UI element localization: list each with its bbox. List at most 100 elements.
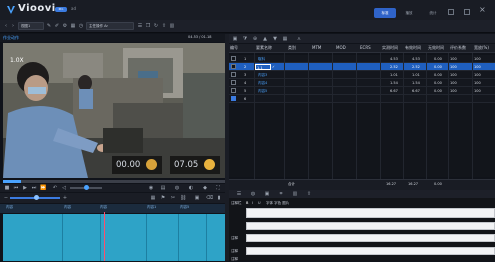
filter-icon[interactable]: ⧩ <box>242 35 248 43</box>
fullscreen-icon[interactable]: ⛶ <box>215 184 221 192</box>
col-header-type[interactable]: 类别 <box>288 45 296 51</box>
minimize-icon[interactable] <box>448 9 454 15</box>
row-checkbox[interactable] <box>231 96 236 101</box>
cell-name[interactable]: 内容4 <box>258 79 267 87</box>
bold-icon[interactable]: B <box>246 201 248 205</box>
view-select[interactable]: 视图1 <box>18 22 44 30</box>
col-header-actual[interactable]: 实测时间 <box>382 45 398 51</box>
skip-end-icon[interactable]: ⏩ <box>40 184 46 192</box>
col-header-name[interactable]: 要素名称 <box>256 45 272 51</box>
chart-icon[interactable]: ▥ <box>292 190 298 198</box>
camera-icon[interactable]: ◍ <box>174 184 180 192</box>
row-checkbox[interactable] <box>231 64 236 69</box>
mode-tab-statistics[interactable]: 统计 <box>422 8 444 18</box>
timeline-segment-divider <box>146 214 147 261</box>
prev-icon[interactable]: ⏮ <box>13 184 19 192</box>
export-icon[interactable]: ⇪ <box>306 190 312 198</box>
export-icon[interactable]: ⇪ <box>161 22 167 30</box>
col-header-ecrs[interactable]: ECRS <box>360 45 371 50</box>
row-checkbox[interactable] <box>231 80 236 85</box>
cell-rating: 100 <box>450 57 457 61</box>
document-icon[interactable]: ▤ <box>160 184 166 192</box>
video-progress-track[interactable] <box>3 180 226 183</box>
split-row-icon[interactable]: ⋏ <box>296 35 302 43</box>
split-icon[interactable]: ◐ <box>188 184 194 192</box>
row-checkbox[interactable] <box>231 72 236 77</box>
stop-icon[interactable]: ■ <box>4 184 10 192</box>
cell-name[interactable]: 内容3 <box>258 71 267 79</box>
mode-tab-standard[interactable]: 标准 <box>374 8 396 18</box>
insert-icon[interactable]: ⊕ <box>252 35 258 43</box>
row-checkbox[interactable] <box>231 88 236 93</box>
image-icon[interactable]: ▣ <box>264 190 270 198</box>
cell-name[interactable]: 取料 <box>258 55 265 63</box>
play-icon[interactable]: ▶ <box>22 184 28 192</box>
timeline-playhead[interactable] <box>104 212 105 261</box>
edit-icon[interactable]: ✎ <box>46 22 52 30</box>
refresh-icon[interactable]: ↻ <box>153 22 159 30</box>
settings-icon[interactable]: ⚙ <box>62 22 68 30</box>
pen-icon[interactable]: ✐ <box>54 22 60 30</box>
col-header-mtm[interactable]: MTM <box>312 45 321 50</box>
forward-icon[interactable]: › <box>10 22 16 30</box>
select-all-icon[interactable]: ▣ <box>232 35 238 43</box>
align-icon[interactable]: ▦ <box>150 194 156 202</box>
crop-icon[interactable]: ⌗ <box>278 190 284 198</box>
undo-icon[interactable]: ↶ <box>52 184 58 192</box>
playback-speed-label: 1.0X <box>10 57 24 64</box>
timeline-zoom-handle[interactable] <box>34 195 39 200</box>
underline-icon[interactable]: U <box>258 201 261 205</box>
annotation-input-2[interactable] <box>246 222 495 230</box>
col-header-allowance[interactable]: 宽放(%) <box>474 45 489 51</box>
link-icon[interactable]: ⛓ <box>180 194 186 202</box>
chart-icon[interactable]: ▥ <box>169 22 175 30</box>
delete-icon[interactable]: ⌫ <box>206 194 213 202</box>
volume-icon[interactable]: ◁ <box>61 184 67 192</box>
cell-actual: 6.67 <box>390 89 398 93</box>
list-icon[interactable]: ☰ <box>236 190 242 198</box>
timeline-track[interactable] <box>3 214 225 261</box>
row-checkbox[interactable] <box>231 56 236 61</box>
row-down-icon[interactable]: ▼ <box>272 35 278 43</box>
list-icon[interactable]: ☰ <box>137 22 143 30</box>
scissors-icon[interactable]: ✂ <box>170 194 176 202</box>
annotation-input-3[interactable] <box>246 234 495 242</box>
next-frame-icon[interactable]: ⏭ <box>31 184 37 192</box>
zoom-in-icon[interactable]: + <box>62 194 68 202</box>
table-row[interactable] <box>229 95 495 103</box>
annotation-input-1[interactable] <box>246 208 495 218</box>
col-header-invalid[interactable]: 无效时间 <box>428 45 444 51</box>
back-icon[interactable]: ‹ <box>3 22 9 30</box>
col-header-valid[interactable]: 有效时间 <box>405 45 421 51</box>
marker-icon[interactable]: ◆ <box>202 184 208 192</box>
cell-no: 4 <box>244 81 247 85</box>
speed-slider-handle[interactable] <box>84 185 89 190</box>
col-header-mod[interactable]: MOD <box>336 45 346 50</box>
cell-no: 2 <box>244 65 247 69</box>
annotation-input-4[interactable] <box>246 247 495 255</box>
operation-select[interactable]: 主任操作 Ar <box>86 22 134 30</box>
col-header-no[interactable]: 编号 <box>230 45 238 51</box>
record-icon[interactable]: ◉ <box>148 184 154 192</box>
trash-icon[interactable]: ▮ <box>216 194 222 202</box>
row-up-icon[interactable]: ▲ <box>262 35 268 43</box>
close-icon[interactable]: × <box>479 6 486 14</box>
flag-icon[interactable]: ⚑ <box>160 194 166 202</box>
camera-icon[interactable]: ◍ <box>250 190 256 198</box>
image-icon[interactable]: ▣ <box>194 194 200 202</box>
text-tools[interactable]: 字体 字色 图片 <box>266 201 289 206</box>
cell-valid: 1.54 <box>412 81 420 85</box>
grid-icon[interactable]: ▦ <box>282 35 288 43</box>
timer-icon[interactable]: ◷ <box>78 22 84 30</box>
timeline-label: 内容 <box>100 205 107 209</box>
cell-name-editor[interactable]: 1.1 <box>255 64 271 70</box>
video-title: 作业动作 <box>3 35 19 40</box>
copy-icon[interactable]: ❐ <box>145 22 151 30</box>
italic-icon[interactable]: I <box>252 201 253 205</box>
maximize-icon[interactable] <box>464 9 470 15</box>
col-header-rating[interactable]: 评价系数 <box>450 45 466 51</box>
mode-tab-playback[interactable]: 播放 <box>398 8 420 18</box>
cell-name[interactable]: 内容5 <box>258 87 267 95</box>
zoom-out-icon[interactable]: − <box>3 194 9 202</box>
grid-icon[interactable]: ▦ <box>70 22 76 30</box>
